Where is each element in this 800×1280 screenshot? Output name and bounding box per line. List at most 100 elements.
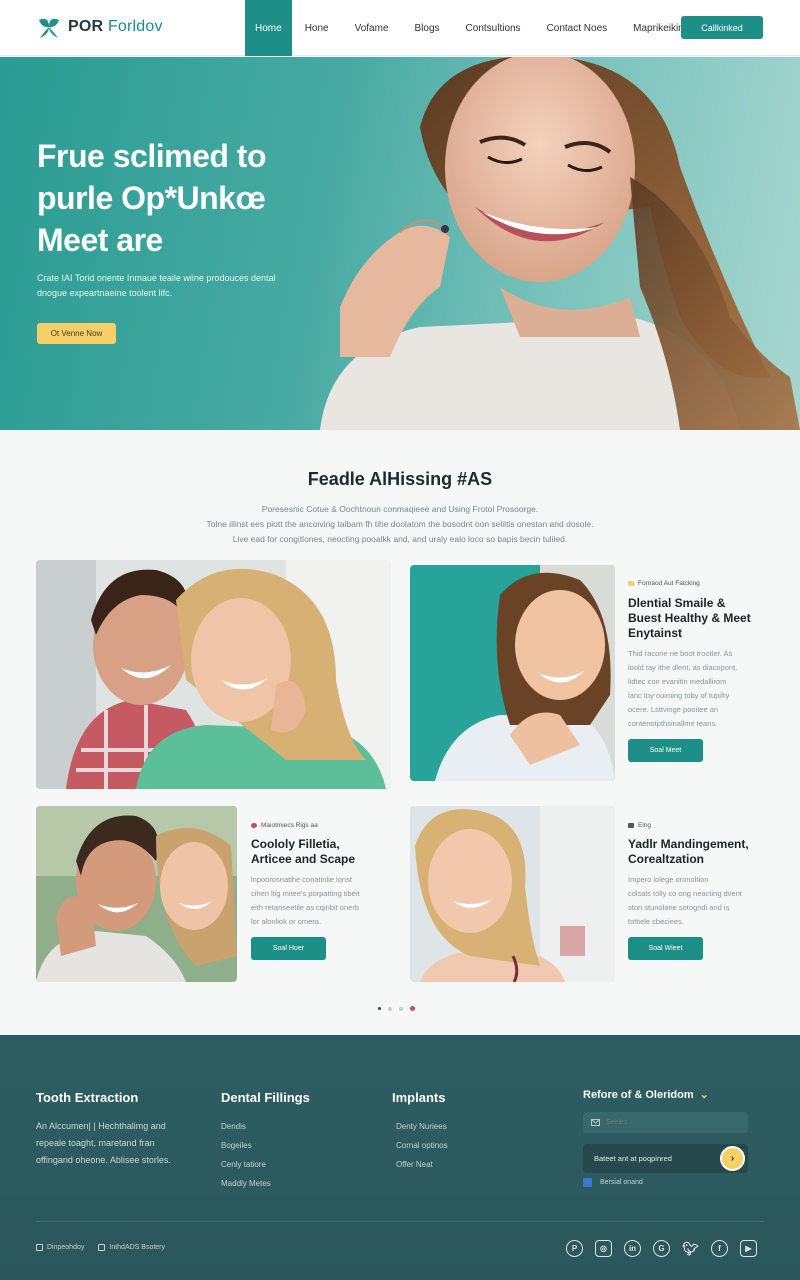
card-3-body-line-4: tottiele cbeciees. (628, 917, 684, 926)
card-1-title-line-3: Enytainst (628, 626, 683, 640)
blonde-woman-photo (410, 806, 615, 982)
woman-smiling-photo (410, 565, 615, 781)
footer-search-box[interactable] (583, 1112, 748, 1133)
card-2-title-line-2: Articee and Scape (251, 852, 356, 866)
footer-link[interactable]: Cornal optinos (396, 1139, 448, 1153)
hero-title-line-2: purle Op*Unkœ (37, 180, 266, 216)
nav-cta-button[interactable]: Callkinked (681, 16, 763, 39)
card-3-title-line-2: Corealtzation (628, 852, 705, 866)
newsletter-submit-arrow-icon[interactable]: › (720, 1146, 745, 1171)
footer-col-1-title: Tooth Extraction (36, 1090, 139, 1105)
hero-banner: Frue sclimed to purle Op*Unkœ Meet are C… (0, 57, 800, 430)
hero-title-line-3: Meet are (37, 222, 163, 258)
card-3-button[interactable]: Soal Wieet (628, 937, 703, 960)
card-2-tag-label: Maiotmiecs Rigs aa (261, 822, 318, 829)
instagram-icon[interactable]: ◎ (595, 1240, 612, 1257)
card-2-body-line-1: lnpoorosnatihe conatinlie lonst (251, 875, 352, 884)
carousel-pagination (378, 1006, 415, 1011)
card-2-body-line-4: lor alonliok or omera. (251, 917, 322, 926)
card-1-body-line-2: loold tay ithe dlent, as diacopont. (628, 663, 738, 672)
newsletter-checkbox-label: Bersial onand (600, 1179, 643, 1186)
hero-smiling-woman-photo (320, 57, 800, 430)
footer-col-3-links: Denty Nuriees Cornal optinos Offer Neat (396, 1120, 448, 1172)
footer-bottom-item-1[interactable]: Dinpeohdoy (36, 1244, 84, 1251)
social-links: P ◎ in G 🐦︎ f ▶ (566, 1240, 757, 1257)
nav-link-consultations[interactable]: Contsultions (453, 0, 534, 56)
card-3-photo (410, 806, 615, 982)
card-1-title: Dlential Smaile & Buest Healthy & Meet E… (628, 596, 778, 641)
linkedin-icon[interactable]: in (624, 1240, 641, 1257)
card-3-title-line-1: Yadlr Mandingement, (628, 837, 749, 851)
card-2-button[interactable]: Soal Hoer (251, 937, 326, 960)
nav-link-vofame[interactable]: Vofame (342, 0, 402, 56)
nav-link-blogs[interactable]: Blogs (402, 0, 453, 56)
carousel-dot-3[interactable] (399, 1006, 403, 1011)
footer-bottom-item-2[interactable]: InthdADS Bsotery (98, 1244, 165, 1251)
newsletter-checkbox[interactable] (583, 1178, 592, 1187)
carousel-dot-4-active[interactable] (410, 1006, 415, 1011)
card-3-title: Yadlr Mandingement, Corealtzation (628, 837, 778, 867)
card-3-body-line-2: colsals tolly co ong neacting dvent (628, 889, 742, 898)
card-1-body-line-3: lidtec con evanitin medallirom (628, 677, 727, 686)
features-description-line-1: Poresesnic Cotue & Oochtnoun conmaqieee … (261, 504, 539, 514)
card-1-photo (410, 565, 615, 781)
site-footer: Tooth Extraction An Alccumen| | Hechthal… (0, 1035, 800, 1280)
footer-bottom-label-2: InthdADS Bsotery (109, 1244, 166, 1251)
card-1-title-line-2: Buest Healthy & Meet (628, 611, 751, 625)
footer-col-2-links: Dendis Bogeiles Cenly tatiore Maddly Met… (221, 1120, 271, 1191)
card-2-title: Coololy Filletia, Articee and Scape (251, 837, 401, 867)
card-1-tag-icon (628, 581, 634, 586)
footer-link[interactable]: Cenly tatiore (221, 1158, 271, 1172)
newsletter-email-box[interactable]: › (583, 1144, 748, 1173)
card-1-body-line-1: Thid racone ne boot trootler. As (628, 649, 733, 658)
features-heading: Feadle AlHissing #AS (307, 469, 493, 489)
card-3-body: Impero lolege oronoltion colsals tolly c… (628, 873, 773, 929)
carousel-dot-1[interactable] (378, 1007, 381, 1010)
footer-link[interactable]: Denty Nuriees (396, 1120, 448, 1134)
hero-title-line-1: Frue sclimed to (37, 138, 267, 174)
facebook-icon[interactable]: f (711, 1240, 728, 1257)
happy-couple-photo (36, 806, 237, 982)
nav-menu: Home Hone Vofame Blogs Contsultions Cont… (245, 0, 702, 56)
footer-col-1-text: An Alccumen| | Hechthalimg and repeale t… (36, 1121, 171, 1165)
brand-name-secondary: Forldov (107, 18, 163, 35)
nav-link-contact[interactable]: Contact Noes (534, 0, 621, 56)
footer-bottom-links: Dinpeohdoy InthdADS Bsotery (36, 1244, 165, 1251)
brand-logo[interactable]: POR Forldov (36, 14, 163, 40)
carousel-dot-2[interactable] (388, 1006, 392, 1011)
card-1-body: Thid racone ne boot trootler. As loold t… (628, 647, 773, 731)
footer-link[interactable]: Dendis (221, 1120, 271, 1134)
card-2-body: lnpoorosnatihe conatinlie lonst cihen lt… (251, 873, 396, 929)
card-3-tag: Elng (628, 822, 651, 829)
couple-photo-large (36, 560, 391, 789)
footer-link[interactable]: Offer Neat (396, 1158, 448, 1172)
card-1-body-line-6: contenotpthsinallme teans. (628, 719, 718, 728)
hero-subtitle: Crate IAI Torid onente Inmaue teaile wii… (37, 273, 276, 298)
nav-link-home-active[interactable]: Home (245, 0, 292, 56)
footer-divider (36, 1221, 764, 1222)
footer-col-2-title: Dental Fillings (221, 1090, 310, 1105)
footer-link[interactable]: Bogeiles (221, 1139, 271, 1153)
card-3-tag-icon (628, 823, 634, 828)
hero-cta-button[interactable]: Ot Venne Now (37, 323, 116, 344)
card-2-tag-heart-icon (251, 823, 257, 828)
google-icon[interactable]: G (653, 1240, 670, 1257)
card-3-body-line-3: ston stunolane sotogndi and is (628, 903, 730, 912)
footer-link[interactable]: Maddly Metes (221, 1177, 271, 1191)
footer-search-input[interactable] (606, 1119, 726, 1126)
card-3-tag-label: Elng (638, 822, 652, 829)
newsletter-title-label: Refore of & Oleridom (583, 1088, 694, 1101)
couple-smiling-photo (36, 560, 391, 789)
card-1-body-line-4: lanc toy ouiming toby of tupifry (628, 691, 730, 700)
document-icon (98, 1244, 106, 1251)
card-1-button[interactable]: Soal Meet (628, 739, 703, 762)
twitter-icon[interactable]: 🐦︎ (682, 1240, 699, 1257)
card-1-tag: Fornaod Aut Fatcking (628, 580, 700, 587)
top-navbar: POR Forldov Home Hone Vofame Blogs Conts… (0, 0, 800, 56)
youtube-icon[interactable]: ▶ (740, 1240, 757, 1257)
pinterest-icon[interactable]: P (566, 1240, 583, 1257)
newsletter-email-input[interactable] (594, 1154, 714, 1163)
card-2-photo (36, 806, 237, 982)
nav-link-hone[interactable]: Hone (292, 0, 342, 56)
newsletter-title[interactable]: Refore of & Oleridom ⌄ (583, 1088, 709, 1102)
